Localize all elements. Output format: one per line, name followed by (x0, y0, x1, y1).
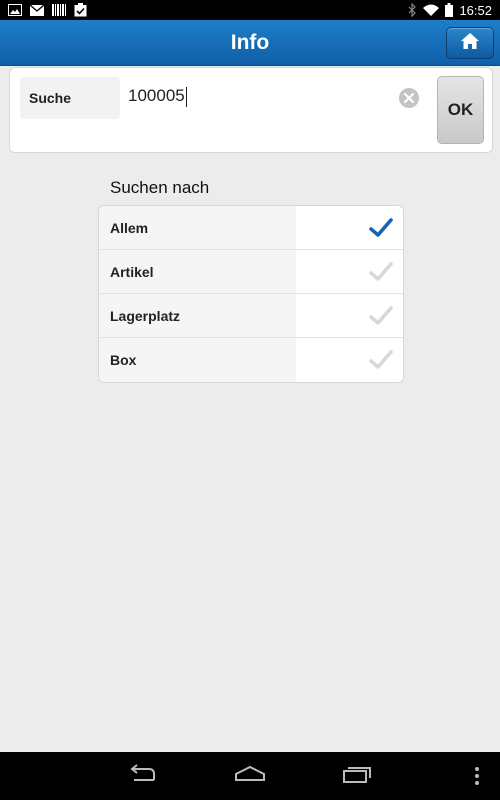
search-input[interactable]: 100005 (128, 86, 187, 107)
option-label: Lagerplatz (99, 294, 296, 337)
option-label: Allem (99, 206, 296, 249)
checkmark-icon (369, 261, 393, 283)
search-panel: Suche 100005 OK (9, 67, 493, 153)
option-box[interactable]: Box (99, 338, 403, 382)
checkmark-icon (369, 349, 393, 371)
status-bar: 16:52 (0, 0, 500, 20)
clipboard-check-icon (74, 3, 87, 17)
home-icon (460, 32, 480, 55)
battery-icon (445, 3, 454, 17)
option-allem[interactable]: Allem (99, 206, 403, 250)
overflow-menu-icon[interactable] (474, 766, 480, 791)
text-caret (185, 86, 187, 107)
status-time: 16:52 (459, 2, 492, 18)
page-title: Info (230, 31, 270, 54)
search-by-list: Allem Artikel Lagerplatz Box (98, 205, 404, 383)
checkmark-icon (369, 217, 393, 239)
back-icon[interactable] (128, 764, 158, 789)
option-label: Box (99, 338, 296, 382)
search-input-value: 100005 (128, 86, 185, 105)
barcode-icon (52, 4, 66, 16)
bluetooth-icon (408, 3, 417, 17)
app-header: Info (0, 20, 500, 66)
image-icon (8, 4, 22, 16)
clear-icon[interactable] (399, 88, 419, 108)
search-label: Suche (20, 77, 120, 119)
checkmark-icon (369, 305, 393, 327)
home-button[interactable] (446, 27, 494, 59)
system-nav-bar (0, 752, 500, 800)
home-icon[interactable] (234, 764, 266, 789)
search-by-heading: Suchen nach (110, 178, 210, 197)
mail-icon (30, 4, 44, 16)
ok-button[interactable]: OK (437, 76, 484, 144)
option-artikel[interactable]: Artikel (99, 250, 403, 294)
wifi-icon (423, 4, 440, 16)
option-label: Artikel (99, 250, 296, 293)
option-lagerplatz[interactable]: Lagerplatz (99, 294, 403, 338)
recent-apps-icon[interactable] (342, 764, 372, 789)
